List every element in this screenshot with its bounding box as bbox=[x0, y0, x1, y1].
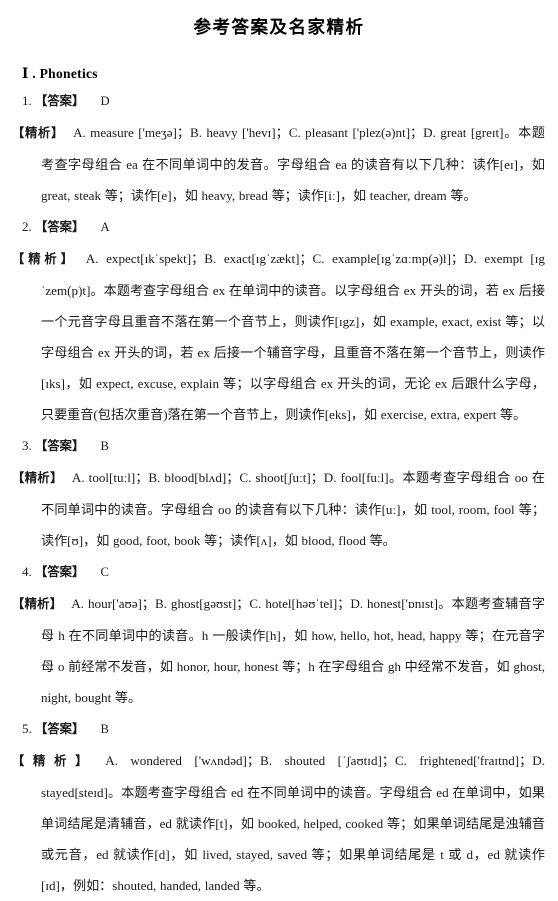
question-number: 4. bbox=[22, 564, 32, 579]
question-number: 5. bbox=[22, 721, 32, 736]
section-heading-phonetics: Ⅰ . Phonetics bbox=[22, 66, 98, 81]
answer-key-page: 参考答案及名家精析 Ⅰ . Phonetics 1. 【答案】 D 【精析】 A.… bbox=[0, 0, 558, 893]
analysis-text: A. hour['aʊə]；B. ghost[gəʊst]；C. hotel[h… bbox=[41, 596, 545, 705]
analysis-label: 【精析】 bbox=[12, 126, 65, 140]
analysis-label: 【精析】 bbox=[12, 597, 63, 611]
answer-label: 【答案】 bbox=[35, 94, 85, 108]
question-number: 1. bbox=[22, 93, 32, 108]
answer-line: 1. 【答案】 D bbox=[0, 85, 558, 117]
question-block-5: 5. 【答案】 B 【精析】 A. wondered ['wʌndəd]；B. s… bbox=[0, 713, 558, 901]
question-block-2: 2. 【答案】 A 【精析】 A. expect[ɪkˈspekt]；B. exa… bbox=[0, 211, 558, 430]
analysis-text: A. tool[tuːl]；B. blood[blʌd]；C. shoot[ʃu… bbox=[41, 470, 545, 548]
analysis-paragraph: 【精析】 A. measure ['meʒə]；B. heavy ['hevɪ]；… bbox=[0, 117, 558, 211]
analysis-text: A. expect[ɪkˈspekt]；B. exact[ɪgˈzækt]；C.… bbox=[41, 251, 545, 422]
answer-line: 2. 【答案】 A bbox=[0, 211, 558, 243]
analysis-paragraph: 【精析】 A. hour['aʊə]；B. ghost[gəʊst]；C. hot… bbox=[0, 588, 558, 713]
answer-value: B bbox=[100, 722, 109, 736]
answer-value: B bbox=[100, 439, 109, 453]
page-title: 参考答案及名家精析 bbox=[193, 18, 365, 38]
answer-label: 【答案】 bbox=[35, 220, 85, 234]
analysis-paragraph: 【精析】 A. wondered ['wʌndəd]；B. shouted [ˈʃ… bbox=[0, 745, 558, 901]
answer-line: 5. 【答案】 B bbox=[0, 713, 558, 745]
answer-value: C bbox=[100, 565, 109, 579]
question-block-4: 4. 【答案】 C 【精析】 A. hour['aʊə]；B. ghost[gəʊ… bbox=[0, 556, 558, 713]
analysis-text: A. wondered ['wʌndəd]；B. shouted [ˈʃaʊtɪ… bbox=[41, 753, 545, 893]
answer-label: 【答案】 bbox=[35, 722, 85, 736]
answer-value: A bbox=[100, 220, 110, 234]
analysis-label: 【精析】 bbox=[12, 754, 97, 768]
answer-line: 3. 【答案】 B bbox=[0, 430, 558, 462]
answer-label: 【答案】 bbox=[35, 565, 85, 579]
analysis-text: A. measure ['meʒə]；B. heavy ['hevɪ]；C. p… bbox=[41, 125, 545, 203]
question-number: 3. bbox=[22, 438, 32, 453]
answer-value: D bbox=[100, 94, 110, 108]
analysis-paragraph: 【精析】 A. expect[ɪkˈspekt]；B. exact[ɪgˈzækt… bbox=[0, 243, 558, 430]
question-block-3: 3. 【答案】 B 【精析】 A. tool[tuːl]；B. blood[blʌ… bbox=[0, 430, 558, 556]
analysis-label: 【精析】 bbox=[12, 252, 77, 266]
analysis-label: 【精析】 bbox=[12, 471, 63, 485]
question-block-1: 1. 【答案】 D 【精析】 A. measure ['meʒə]；B. heav… bbox=[0, 85, 558, 211]
answer-line: 4. 【答案】 C bbox=[0, 556, 558, 588]
answer-label: 【答案】 bbox=[35, 439, 85, 453]
analysis-paragraph: 【精析】 A. tool[tuːl]；B. blood[blʌd]；C. shoo… bbox=[0, 462, 558, 556]
question-number: 2. bbox=[22, 219, 32, 234]
